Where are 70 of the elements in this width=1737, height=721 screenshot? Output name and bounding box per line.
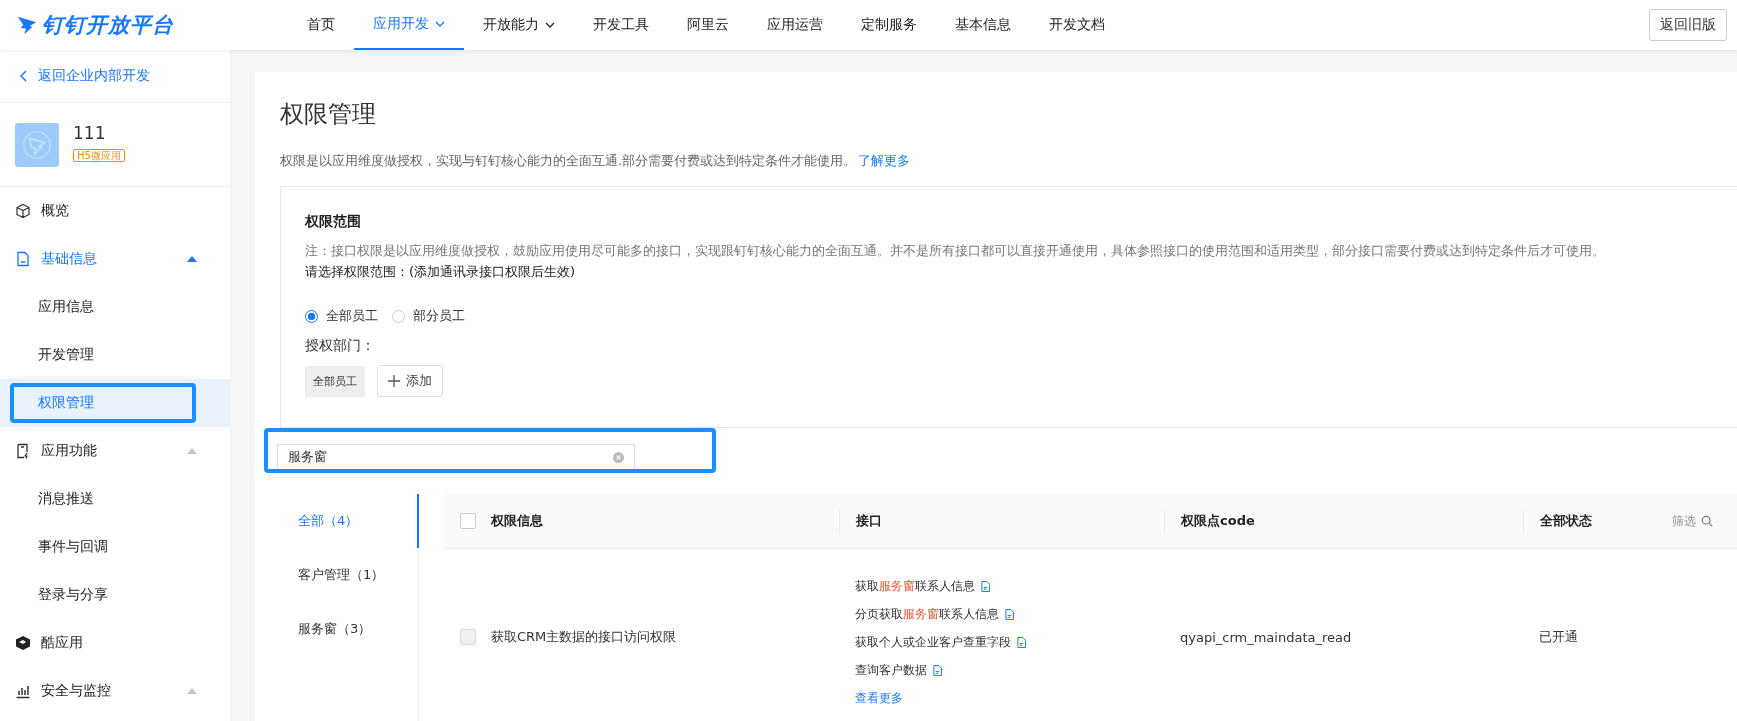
category-tab[interactable]: 全部（4） bbox=[280, 494, 419, 548]
filter-button[interactable]: 筛选 bbox=[1672, 512, 1713, 530]
nav-tab[interactable]: 首页 bbox=[288, 0, 354, 50]
nav-tab[interactable]: 开发文档 bbox=[1030, 0, 1124, 50]
radio-option[interactable]: 部分员工 bbox=[392, 307, 465, 325]
menu-group[interactable]: 基础信息 bbox=[0, 235, 230, 283]
nav-tab[interactable]: 定制服务 bbox=[842, 0, 936, 50]
logo-icon bbox=[16, 14, 38, 36]
field-label: 授权部门： bbox=[305, 337, 376, 355]
menu-item[interactable]: 概览 bbox=[0, 187, 230, 235]
menu-item[interactable]: 安全与监控 bbox=[0, 667, 230, 715]
document-icon[interactable] bbox=[981, 580, 990, 592]
menu-item[interactable]: 酷应用 bbox=[0, 619, 230, 667]
api-name: 分页获取服务窗联系人信息 bbox=[855, 606, 999, 622]
note-text: 注：接口权限是以应用维度做授权，鼓励应用使用尽可能多的接口，实现跟钉钉核心能力的全面互通。并不是所有接口都可以直接开通使用，具体参照接口的使用范围和适用类型，部分接口需要付费或达到特定条件后才可使用。 bbox=[305, 243, 1606, 260]
bar-chart-icon bbox=[15, 683, 31, 699]
app-name: 111 bbox=[73, 123, 107, 143]
phone-icon bbox=[15, 443, 31, 459]
back-button[interactable]: 返回旧版 bbox=[1649, 9, 1727, 41]
menu-group[interactable]: 应用功能 bbox=[0, 427, 230, 475]
nav-tab[interactable]: 应用开发 bbox=[354, 0, 464, 50]
document-icon[interactable] bbox=[933, 664, 942, 676]
column-header: 权限信息 bbox=[491, 512, 543, 530]
document-icon bbox=[15, 251, 31, 267]
clear-icon[interactable] bbox=[613, 451, 624, 463]
search-icon[interactable] bbox=[1701, 515, 1713, 527]
search-field[interactable]: 服务窗 bbox=[277, 444, 635, 470]
document-icon[interactable] bbox=[1017, 636, 1026, 648]
app-tag: H5微应用 bbox=[73, 149, 125, 162]
prompt-text: 请选择权限范围：(添加通讯录接口权限后生效) bbox=[305, 263, 577, 281]
nav-tab[interactable]: 开放能力 bbox=[464, 0, 574, 50]
back-link[interactable]: 返回企业内部开发 bbox=[0, 50, 230, 103]
page-title: 权限管理 bbox=[280, 99, 377, 130]
column-header: 全部状态 bbox=[1540, 512, 1592, 530]
column-header: 接口 bbox=[856, 512, 882, 530]
menu-item[interactable]: 登录与分享 bbox=[38, 586, 108, 604]
cube-icon bbox=[15, 203, 31, 219]
status-text: 已开通 bbox=[1539, 629, 1578, 644]
intro-text: 权限是以应用维度做授权，实现与钉钉核心能力的全面互通.部分需要付费或达到特定条件才能使用。 bbox=[280, 153, 857, 168]
select-all-checkbox[interactable] bbox=[459, 513, 476, 529]
radio-option[interactable]: 全部员工 bbox=[305, 307, 378, 325]
column-header: 权限点code bbox=[1181, 512, 1255, 530]
menu-item[interactable]: 开发管理 bbox=[38, 346, 94, 364]
nav-tab[interactable]: 阿里云 bbox=[668, 0, 748, 50]
nav-tab[interactable]: 开发工具 bbox=[574, 0, 668, 50]
nav-tab[interactable]: 应用运营 bbox=[748, 0, 842, 50]
category-tab[interactable]: 客户管理（1） bbox=[280, 548, 419, 602]
learn-more-link[interactable]: 了解更多 bbox=[858, 153, 911, 168]
section-title: 权限范围 bbox=[305, 213, 362, 231]
nav-tab[interactable]: 基本信息 bbox=[936, 0, 1030, 50]
department-tag: 全部员工 bbox=[305, 365, 365, 397]
menu-item[interactable]: 事件与回调 bbox=[38, 538, 108, 556]
chevron-left-icon[interactable] bbox=[20, 70, 28, 82]
api-name: 查询客户数据 bbox=[855, 662, 927, 678]
table-cell: qyapi_crm_maindata_read bbox=[1180, 629, 1352, 645]
document-icon[interactable] bbox=[1005, 608, 1014, 620]
chevron-down-icon[interactable] bbox=[545, 22, 555, 28]
menu-item[interactable]: 消息推送 bbox=[38, 490, 94, 508]
table-cell: 获取CRM主数据的接口访问权限 bbox=[491, 629, 677, 644]
cube-icon bbox=[15, 635, 31, 651]
api-name: 获取个人或企业客户查重字段 bbox=[855, 634, 1011, 650]
category-tab[interactable]: 服务窗（3） bbox=[280, 602, 419, 656]
menu-item[interactable]: 权限管理 bbox=[38, 394, 94, 412]
plus-icon bbox=[388, 375, 400, 387]
add-button[interactable]: 添加 bbox=[377, 365, 443, 397]
caret-icon[interactable] bbox=[187, 256, 197, 262]
logo-text: 钉钉开放平台 bbox=[42, 12, 174, 39]
app-icon bbox=[15, 123, 59, 167]
api-name: 获取服务窗联系人信息 bbox=[855, 578, 975, 594]
menu-item[interactable]: 应用信息 bbox=[38, 298, 94, 316]
